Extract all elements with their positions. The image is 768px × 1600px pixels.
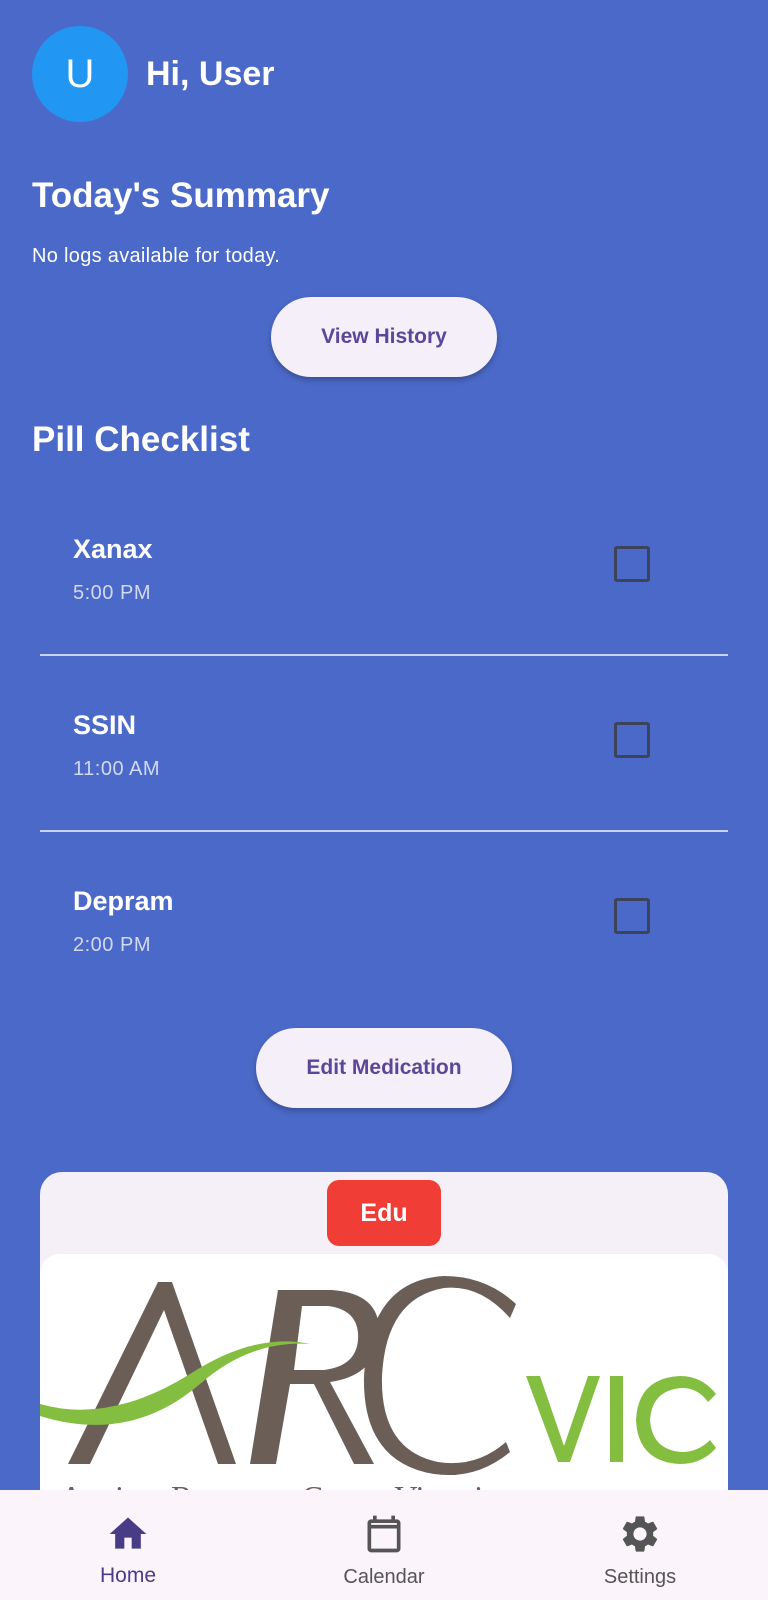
edit-medication-button[interactable]: Edit Medication: [256, 1028, 512, 1108]
nav-calendar[interactable]: Calendar: [294, 1490, 474, 1600]
medication-name: Xanax: [73, 534, 153, 564]
nav-calendar-label: Calendar: [343, 1566, 425, 1588]
home-screen: U Hi, User Today's Summary No logs avail…: [0, 0, 768, 1600]
nav-home[interactable]: Home: [38, 1490, 218, 1600]
divider: [40, 830, 728, 832]
summary-title: Today's Summary: [32, 176, 330, 215]
medication-time: 2:00 PM: [73, 934, 151, 956]
view-history-button[interactable]: View History: [271, 297, 497, 377]
medication-checkbox[interactable]: [614, 546, 650, 582]
calendar-icon: [367, 1515, 401, 1553]
divider: [40, 654, 728, 656]
nav-settings-label: Settings: [603, 1566, 677, 1588]
home-icon: [109, 1517, 147, 1549]
medication-time: 5:00 PM: [73, 582, 151, 604]
nav-home-label: Home: [99, 1564, 157, 1587]
edu-badge: Edu: [327, 1180, 441, 1246]
medication-name: Depram: [73, 886, 174, 916]
medication-checkbox[interactable]: [614, 898, 650, 934]
list-item[interactable]: Depram 2:00 PM: [40, 858, 728, 1033]
medication-name: SSIN: [73, 710, 137, 740]
header: U Hi, User: [32, 26, 275, 122]
avatar[interactable]: U: [32, 26, 128, 122]
medication-checkbox[interactable]: [614, 722, 650, 758]
medication-time: 11:00 AM: [73, 758, 161, 780]
nav-settings[interactable]: Settings: [550, 1490, 730, 1600]
checklist-title: Pill Checklist: [32, 420, 250, 459]
gear-icon: [622, 1516, 658, 1552]
summary-message: No logs available for today.: [32, 245, 281, 267]
bottom-nav: Home Calendar Settings: [0, 1490, 768, 1600]
greeting: Hi, User: [146, 54, 275, 93]
